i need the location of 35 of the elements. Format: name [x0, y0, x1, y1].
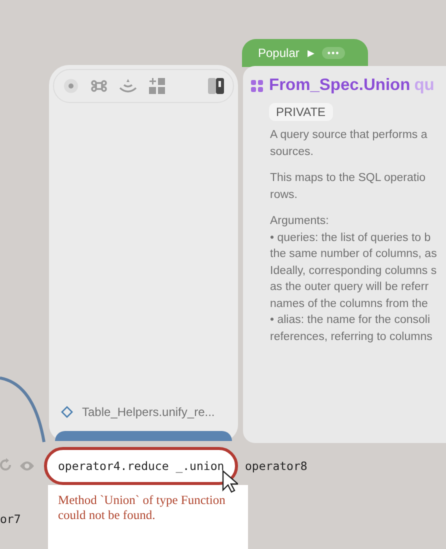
popular-label: Popular	[258, 46, 300, 60]
doc-text-line: references, referring to columns	[270, 330, 434, 344]
output-label: operator8	[245, 459, 308, 473]
grid-dots-icon	[251, 80, 263, 92]
doc-text-line: A query source that performs a	[270, 128, 428, 143]
doc-text-line: • queries: the list of queries to b	[270, 230, 432, 246]
doc-text-line: rows.	[270, 188, 298, 202]
doc-title: From_Spec.Union	[269, 76, 410, 95]
play-icon[interactable]: ▶	[307, 48, 314, 58]
eye-icon[interactable]	[19, 460, 35, 472]
error-message: Method `Union` of type Function could not be found.	[58, 493, 226, 523]
more-button[interactable]: •••	[322, 47, 345, 59]
refresh-icon[interactable]	[0, 458, 12, 472]
doc-title-suffix: qu	[414, 76, 434, 95]
diamond-icon	[61, 406, 73, 418]
doc-text-line: sources.	[270, 144, 314, 160]
record-icon[interactable]	[63, 78, 79, 94]
popular-pill[interactable]: Popular ▶ •••	[242, 39, 368, 67]
private-tag: PRIVATE	[269, 103, 333, 121]
doc-text-line: names of the columns from the	[270, 296, 429, 312]
panel-toggle-icon[interactable]	[208, 77, 224, 95]
connection-line	[0, 374, 46, 444]
command-icon[interactable]	[91, 78, 107, 94]
fountain-icon[interactable]	[119, 78, 137, 94]
doc-text-line: Ideally, corresponding columns s	[270, 264, 437, 278]
entry-label: Table_Helpers.unify_re...	[82, 405, 215, 419]
component-entry[interactable]: Table_Helpers.unify_re...	[61, 405, 226, 419]
node-label: or7	[0, 512, 21, 526]
doc-text-line: the same number of columns, as	[270, 247, 437, 262]
doc-text-line: Arguments:	[270, 214, 330, 229]
add-grid-icon[interactable]	[149, 78, 165, 94]
doc-text-line: This maps to the SQL operatio	[270, 171, 426, 186]
doc-text-line: • alias: the name for the consoli	[270, 313, 432, 328]
doc-text-line: as the outer query will be referr	[270, 280, 430, 295]
expression-input[interactable]: operator4.reduce _.union	[44, 447, 238, 485]
